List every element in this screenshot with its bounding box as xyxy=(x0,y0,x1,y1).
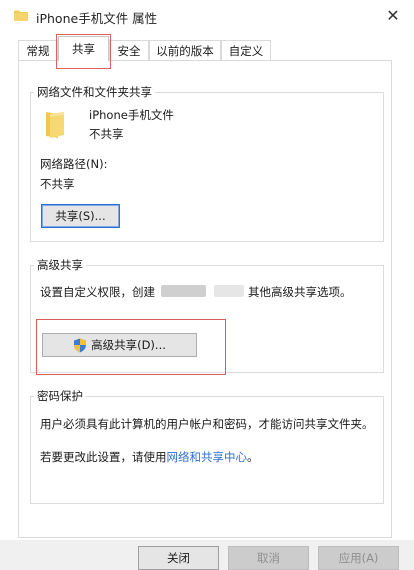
close-button[interactable]: 关闭 xyxy=(138,546,219,570)
network-sharing-center-link[interactable]: 网络和共享中心 xyxy=(167,450,248,464)
advanced-sharing-description-end: 其他高级共享选项。 xyxy=(248,285,352,299)
obscured-text-blur xyxy=(161,285,206,297)
window-title: iPhone手机文件 属性 xyxy=(36,11,158,26)
tab-highlight-box xyxy=(56,34,111,69)
tab-previous-versions[interactable]: 以前的版本 xyxy=(149,40,221,60)
change-setting-prefix: 若要更改此设置，请使用 xyxy=(40,450,167,464)
share-button[interactable]: 共享(S)... xyxy=(41,204,120,228)
folder-icon xyxy=(14,10,28,21)
advanced-sharing-description-start: 设置自定义权限，创建 xyxy=(40,285,155,299)
folder-name: iPhone手机文件 xyxy=(89,108,174,122)
title-bar: iPhone手机文件 属性 ✕ xyxy=(0,0,414,32)
advanced-sharing-title: 高级共享 xyxy=(34,257,86,273)
tab-general[interactable]: 常规 xyxy=(18,40,58,60)
apply-button[interactable]: 应用(A) xyxy=(318,546,399,570)
change-setting-suffix: 。 xyxy=(247,450,259,464)
network-path-label: 网络路径(N): xyxy=(40,157,108,171)
network-path-value: 不共享 xyxy=(40,177,75,191)
password-protection-title: 密码保护 xyxy=(34,388,86,404)
password-protection-change-line: 若要更改此设置，请使用网络和共享中心。 xyxy=(40,449,259,465)
advanced-sharing-button-label: 高级共享(D)... xyxy=(91,338,166,352)
network-sharing-title: 网络文件和文件夹共享 xyxy=(34,84,155,100)
obscured-text-blur xyxy=(214,285,244,297)
tab-security[interactable]: 安全 xyxy=(109,40,149,60)
folder-icon xyxy=(46,112,64,138)
folder-share-status: 不共享 xyxy=(89,127,124,141)
close-icon[interactable]: ✕ xyxy=(382,4,404,26)
cancel-button[interactable]: 取消 xyxy=(228,546,309,570)
password-protection-description: 用户必须具有此计算机的用户帐户和密码，才能访问共享文件夹。 xyxy=(40,417,374,431)
shield-icon xyxy=(74,338,87,352)
tab-customize[interactable]: 自定义 xyxy=(221,40,271,60)
advanced-sharing-button[interactable]: 高级共享(D)... xyxy=(42,333,197,357)
